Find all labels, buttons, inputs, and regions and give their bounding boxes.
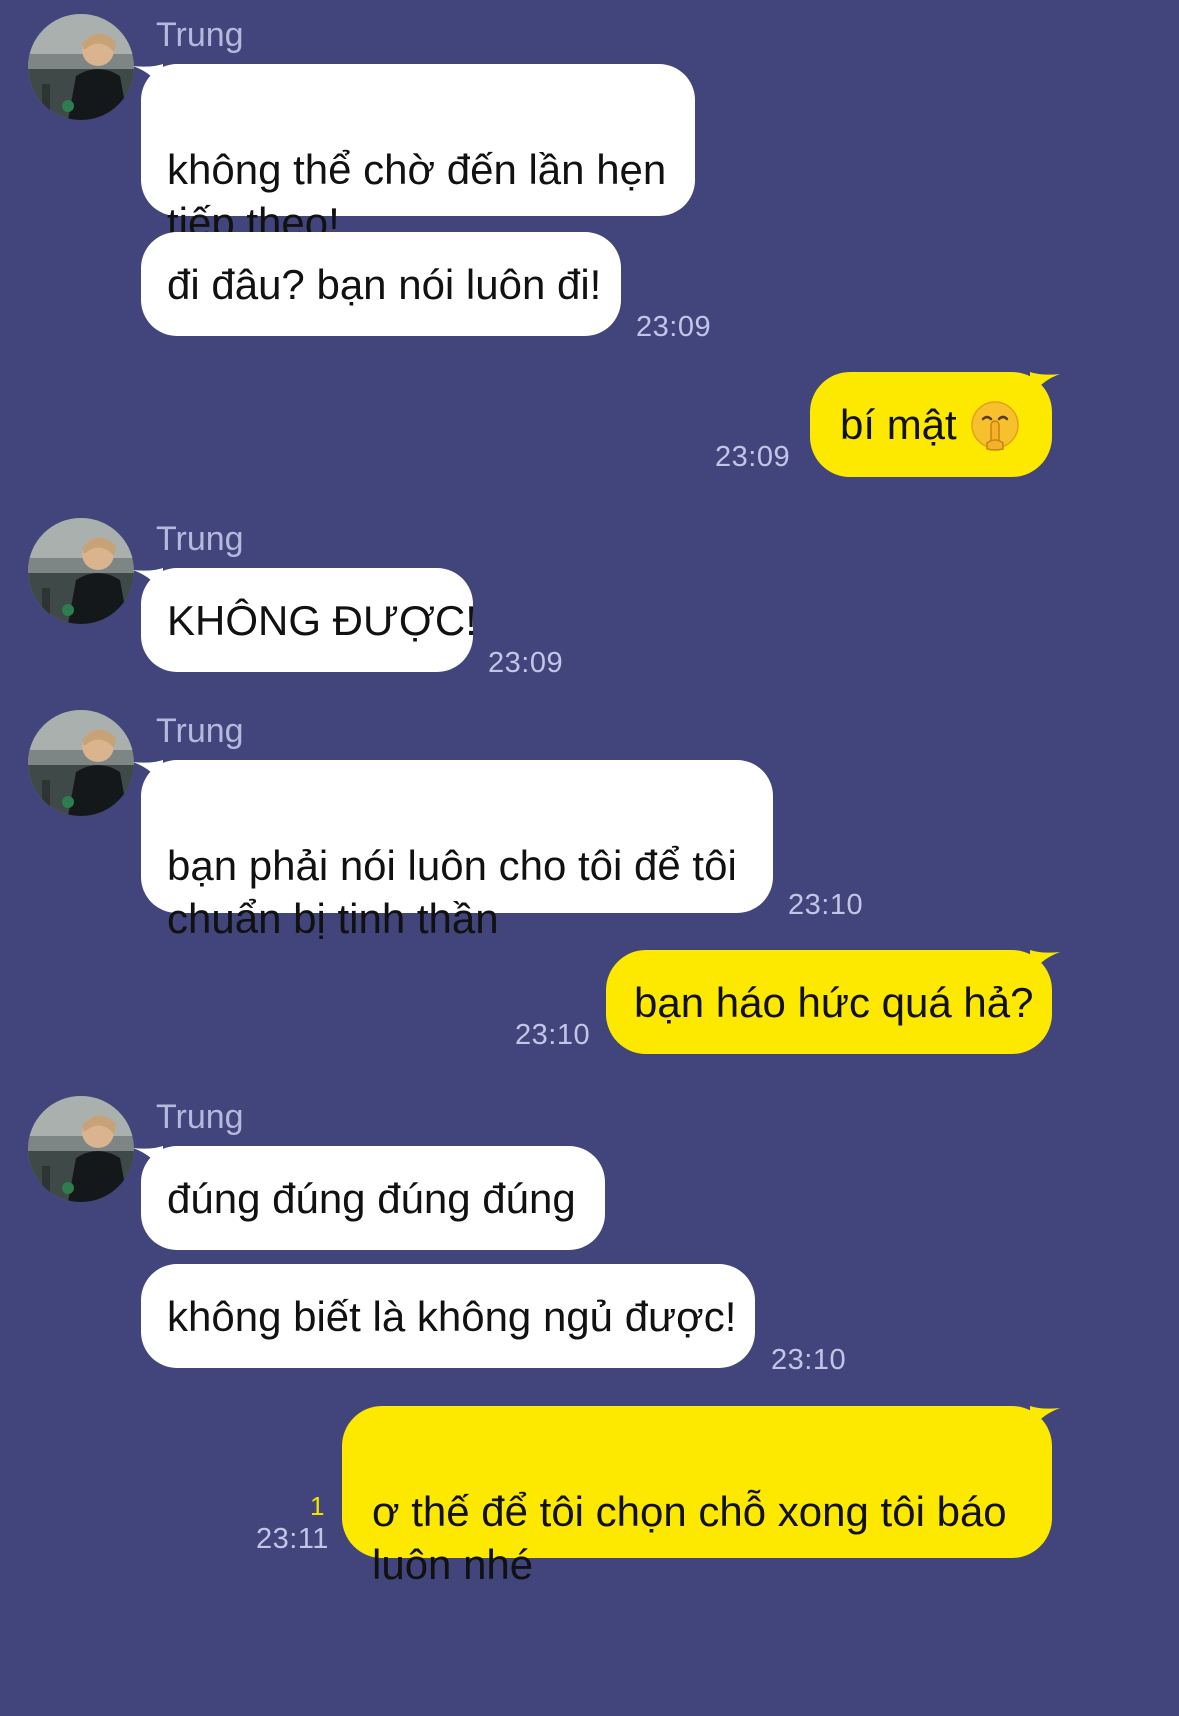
message-text: không biết là không ngủ được! [167,1293,737,1340]
shushing-face-icon [969,399,1021,451]
bubble-tail [1030,372,1060,400]
sender-name: Trung [156,1098,244,1136]
message-bubble-outgoing[interactable]: bí mật [810,372,1052,477]
sender-name: Trung [156,16,244,54]
message-bubble-incoming[interactable]: đúng đúng đúng đúng [141,1146,605,1250]
contact-avatar[interactable] [28,518,134,624]
message-bubble-incoming[interactable]: không biết là không ngủ được! [141,1264,755,1368]
contact-avatar[interactable] [28,14,134,120]
message-text: KHÔNG ĐƯỢC! [167,597,477,644]
bubble-tail [1030,950,1060,978]
message-timestamp: 23:09 [488,647,564,679]
message-timestamp: 23:10 [788,889,864,921]
avatar-photo [28,14,134,120]
message-text: đúng đúng đúng đúng [167,1175,576,1222]
message-timestamp: 23:10 [771,1344,847,1376]
message-bubble-incoming[interactable]: KHÔNG ĐƯỢC! [141,568,477,672]
contact-avatar[interactable] [28,1096,134,1202]
message-text: ơ thế để tôi chọn chỗ xong tôi báo luôn … [372,1488,1007,1588]
avatar-photo [28,1096,134,1202]
message-timestamp: 23:09 [715,441,791,473]
message-bubble-outgoing[interactable]: bạn háo hức quá hả? [606,950,1052,1054]
sender-name: Trung [156,520,244,558]
message-text: không thể chờ đến lần hẹn tiếp theo! [167,146,667,246]
avatar-photo [28,518,134,624]
message-bubble-incoming[interactable]: không thể chờ đến lần hẹn tiếp theo! [141,64,695,246]
message-text: bạn háo hức quá hả? [634,979,1034,1026]
message-bubble-outgoing[interactable]: ơ thế để tôi chọn chỗ xong tôi báo luôn … [342,1406,1052,1588]
message-text: bạn phải nói luôn cho tôi để tôi chuẩn b… [167,842,737,942]
message-timestamp: 23:11 [256,1523,329,1555]
message-bubble-incoming[interactable]: bạn phải nói luôn cho tôi để tôi chuẩn b… [141,760,773,942]
sender-name: Trung [156,712,244,750]
message-text: bí mật [840,401,957,448]
read-count: 1 [310,1491,325,1521]
message-timestamp: 23:09 [636,311,712,343]
contact-avatar[interactable] [28,710,134,816]
message-text: đi đâu? bạn nói luôn đi! [167,261,602,308]
bubble-tail [1030,1406,1060,1434]
avatar-photo [28,710,134,816]
message-timestamp: 23:10 [515,1019,591,1051]
message-bubble-incoming[interactable]: đi đâu? bạn nói luôn đi! [141,232,621,336]
